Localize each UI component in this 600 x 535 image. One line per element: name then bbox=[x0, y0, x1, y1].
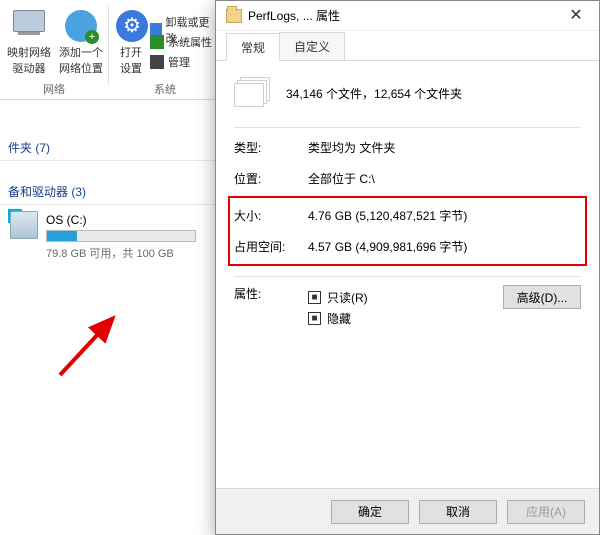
advanced-button[interactable]: 高级(D)... bbox=[503, 285, 581, 309]
rb-manage[interactable]: 管理 bbox=[150, 54, 190, 70]
rb-add-l2: 网络位置 bbox=[56, 60, 106, 76]
explorer-body: 件夹 (7) 备和驱动器 (3) OS (C:) 79.8 GB 可用，共 10… bbox=[0, 135, 220, 269]
checkbox-box-icon: ■ bbox=[308, 312, 321, 325]
group-drives[interactable]: 备和驱动器 (3) bbox=[0, 179, 220, 205]
checkbox-hidden-label: 隐藏 bbox=[327, 310, 351, 327]
drive-name: OS (C:) bbox=[46, 213, 210, 227]
apply-button[interactable]: 应用(A) bbox=[507, 500, 585, 524]
titlebar[interactable]: PerfLogs, ... 属性 ✕ bbox=[216, 1, 599, 31]
cancel-button[interactable]: 取消 bbox=[419, 500, 497, 524]
label-attributes: 属性: bbox=[234, 285, 308, 302]
label-size: 大小: bbox=[234, 207, 308, 224]
tabstrip: 常规 自定义 bbox=[216, 31, 599, 61]
row-location: 位置: 全部位于 C:\ bbox=[234, 163, 581, 194]
rb-open-settings[interactable]: 打开 设置 bbox=[116, 10, 146, 76]
globe-plus-icon bbox=[65, 10, 97, 42]
tab-custom[interactable]: 自定义 bbox=[279, 32, 345, 60]
label-location: 位置: bbox=[234, 170, 308, 187]
drive-os-c[interactable]: OS (C:) 79.8 GB 可用，共 100 GB bbox=[0, 205, 220, 269]
divider bbox=[234, 276, 581, 277]
dialog-footer: 确定 取消 应用(A) bbox=[216, 488, 599, 534]
row-type: 类型: 类型均为 文件夹 bbox=[234, 132, 581, 163]
value-type: 类型均为 文件夹 bbox=[308, 139, 581, 156]
checkbox-readonly-label: 只读(R) bbox=[327, 289, 368, 306]
rb-map-l2: 驱动器 bbox=[6, 60, 52, 76]
row-size-on-disk: 占用空间: 4.57 GB (4,909,981,696 字节) bbox=[234, 231, 581, 262]
rb-open-l1: 打开 bbox=[116, 44, 146, 60]
row-size: 大小: 4.76 GB (5,120,487,521 字节) bbox=[234, 200, 581, 231]
folder-stack-icon bbox=[234, 77, 272, 109]
file-count-summary: 34,146 个文件，12,654 个文件夹 bbox=[286, 85, 462, 102]
folder-icon bbox=[226, 9, 242, 23]
rb-sysprops-label: 系统属性 bbox=[168, 34, 212, 50]
rb-section-network: 网络 bbox=[0, 81, 108, 97]
ribbon: 映射网络 驱动器 添加一个 网络位置 网络 打开 设置 卸载或更改… 系统属性 … bbox=[0, 0, 220, 100]
checkbox-box-icon: ■ bbox=[308, 291, 321, 304]
drive-usage-text: 79.8 GB 可用，共 100 GB bbox=[46, 245, 210, 261]
rb-manage-label: 管理 bbox=[168, 54, 190, 70]
manage-icon bbox=[150, 55, 164, 69]
rb-sysprops[interactable]: 系统属性 bbox=[150, 34, 212, 50]
tab-general[interactable]: 常规 bbox=[226, 33, 280, 61]
rb-add-l1: 添加一个 bbox=[56, 44, 106, 60]
label-type: 类型: bbox=[234, 139, 308, 156]
sysprops-icon bbox=[150, 35, 164, 49]
rb-section-system: 系统 bbox=[112, 81, 218, 97]
properties-dialog: PerfLogs, ... 属性 ✕ 常规 自定义 34,146 个文件，12,… bbox=[215, 0, 600, 535]
dialog-content: 34,146 个文件，12,654 个文件夹 类型: 类型均为 文件夹 位置: … bbox=[216, 61, 599, 341]
value-size-on-disk: 4.57 GB (4,909,981,696 字节) bbox=[308, 238, 581, 255]
drive-map-icon bbox=[13, 10, 45, 32]
row-attributes: 属性: ■ 只读(R) ■ 隐藏 高级(D)... bbox=[234, 281, 581, 331]
hdd-icon bbox=[10, 211, 38, 239]
group-folders[interactable]: 件夹 (7) bbox=[0, 135, 220, 161]
checkbox-hidden[interactable]: ■ 隐藏 bbox=[308, 310, 485, 327]
checkbox-readonly[interactable]: ■ 只读(R) bbox=[308, 289, 485, 306]
rb-add-netloc[interactable]: 添加一个 网络位置 bbox=[56, 10, 106, 76]
label-size-on-disk: 占用空间: bbox=[234, 238, 308, 255]
rb-map-drive[interactable]: 映射网络 驱动器 bbox=[6, 10, 52, 76]
gear-icon bbox=[116, 10, 148, 42]
annotation-arrow bbox=[55, 310, 125, 380]
drive-usage-bar bbox=[46, 230, 196, 242]
ok-button[interactable]: 确定 bbox=[331, 500, 409, 524]
rb-sep1 bbox=[108, 6, 109, 84]
annotation-highlight-box: 大小: 4.76 GB (5,120,487,521 字节) 占用空间: 4.5… bbox=[228, 196, 587, 266]
value-size: 4.76 GB (5,120,487,521 字节) bbox=[308, 207, 581, 224]
rb-map-l1: 映射网络 bbox=[6, 44, 52, 60]
divider bbox=[234, 127, 581, 128]
rb-open-l2: 设置 bbox=[116, 60, 146, 76]
dialog-title: PerfLogs, ... 属性 bbox=[248, 7, 553, 24]
value-location: 全部位于 C:\ bbox=[308, 170, 581, 187]
close-button[interactable]: ✕ bbox=[553, 1, 599, 31]
